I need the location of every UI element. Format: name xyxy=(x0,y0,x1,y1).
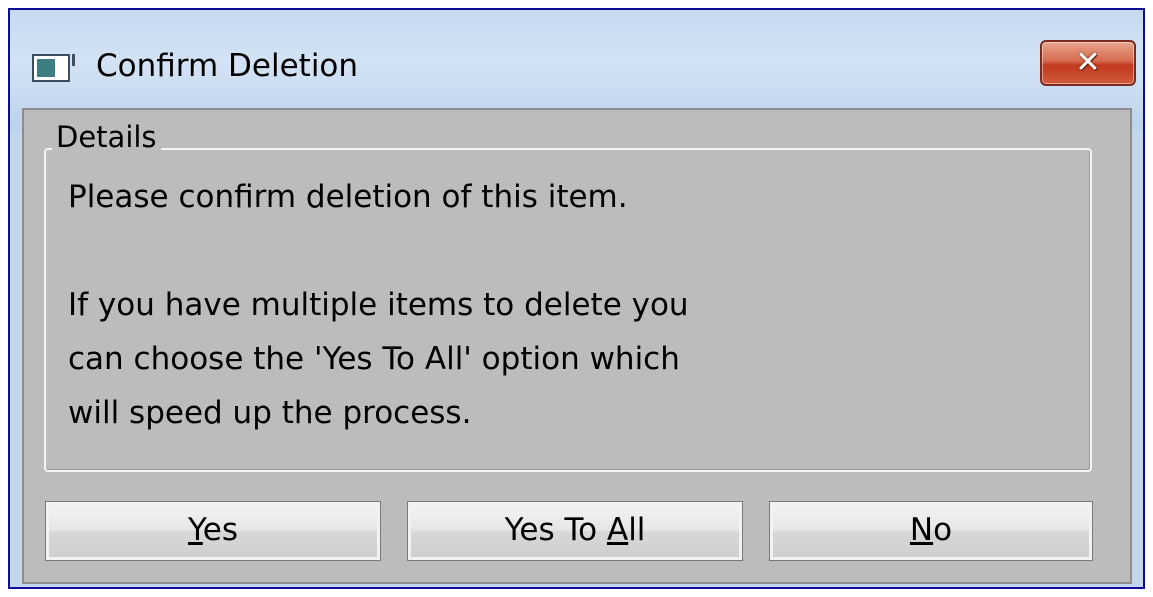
app-window-icon xyxy=(32,54,75,82)
yes-to-all-button-label: Yes To All xyxy=(505,505,646,555)
no-button[interactable]: No xyxy=(769,501,1093,561)
title-bar[interactable]: Confirm Deletion ✕ xyxy=(10,10,1143,108)
close-button[interactable]: ✕ xyxy=(1040,40,1136,86)
dialog-body: Details Please confirm deletion of this … xyxy=(22,108,1132,584)
yes-mnemonic: Y xyxy=(187,512,203,548)
details-legend: Details xyxy=(52,123,161,152)
window-title: Confirm Deletion xyxy=(96,48,359,84)
message-gap xyxy=(68,224,1028,278)
confirm-deletion-dialog: Confirm Deletion ✕ Details Please confir… xyxy=(8,8,1145,589)
yes-to-all-prefix: Yes To xyxy=(504,512,607,548)
message-line-1: Please confirm deletion of this item. xyxy=(68,179,628,215)
yes-to-all-button[interactable]: Yes To All xyxy=(407,501,743,561)
message-line-2: If you have multiple items to delete you xyxy=(68,287,689,323)
yes-to-all-mnemonic: A xyxy=(606,512,629,548)
no-button-label: No xyxy=(910,505,952,555)
close-icon: ✕ xyxy=(1075,45,1101,80)
yes-button[interactable]: Yes xyxy=(45,501,381,561)
yes-to-all-rest: ll xyxy=(628,512,646,548)
message-line-3: can choose the 'Yes To All' option which xyxy=(68,341,680,377)
no-label-rest: o xyxy=(933,512,953,548)
no-mnemonic: N xyxy=(909,512,934,548)
details-message: Please confirm deletion of this item. If… xyxy=(68,170,1028,440)
yes-label-rest: es xyxy=(202,512,239,548)
message-line-4: will speed up the process. xyxy=(68,395,472,431)
yes-button-label: Yes xyxy=(188,505,238,555)
